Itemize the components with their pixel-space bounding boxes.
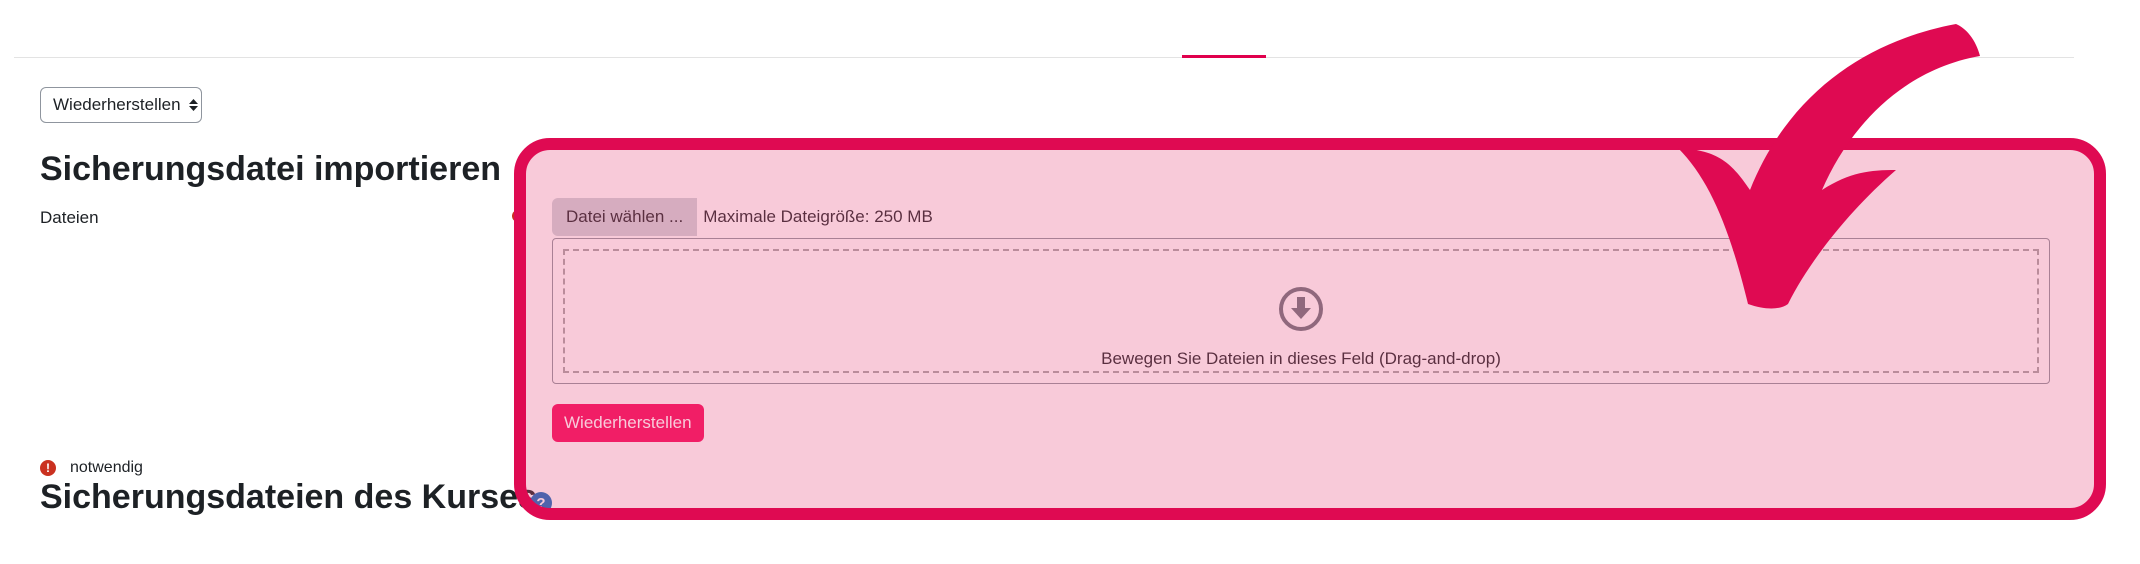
max-file-size-text: Maximale Dateigröße: 250 MB bbox=[703, 207, 933, 226]
files-label: Dateien bbox=[40, 208, 99, 227]
question-icon[interactable]: ? bbox=[530, 492, 552, 514]
course-backups-heading: Sicherungsdateien des Kurses bbox=[40, 478, 537, 516]
required-indicator-icon bbox=[512, 210, 524, 222]
import-backup-heading: Sicherungsdatei importieren bbox=[40, 150, 501, 188]
exclamation-icon: ! bbox=[40, 460, 56, 476]
choose-file-button[interactable]: Datei wählen ... bbox=[552, 198, 698, 236]
top-divider bbox=[14, 57, 2074, 58]
restore-select[interactable]: Wiederherstellen bbox=[40, 87, 202, 123]
restore-select-value: Wiederherstellen bbox=[53, 95, 181, 114]
download-arrow-icon bbox=[1279, 287, 1323, 331]
restore-button[interactable]: Wiederherstellen bbox=[552, 404, 704, 442]
page: Wiederherstellen Sicherungsdatei importi… bbox=[0, 0, 2140, 564]
file-dropzone[interactable]: Bewegen Sie Dateien in dieses Feld (Drag… bbox=[552, 238, 2050, 384]
required-note: ! notwendig bbox=[40, 459, 143, 477]
required-text: notwendig bbox=[70, 459, 143, 476]
dropzone-instructions: Bewegen Sie Dateien in dieses Feld (Drag… bbox=[1101, 349, 1501, 368]
sort-caret-icon bbox=[188, 99, 198, 111]
file-dropzone-inner[interactable]: Bewegen Sie Dateien in dieses Feld (Drag… bbox=[563, 249, 2039, 373]
filepicker-row: Datei wählen ... Maximale Dateigröße: 25… bbox=[552, 198, 933, 236]
active-tab-indicator bbox=[1182, 55, 1266, 58]
